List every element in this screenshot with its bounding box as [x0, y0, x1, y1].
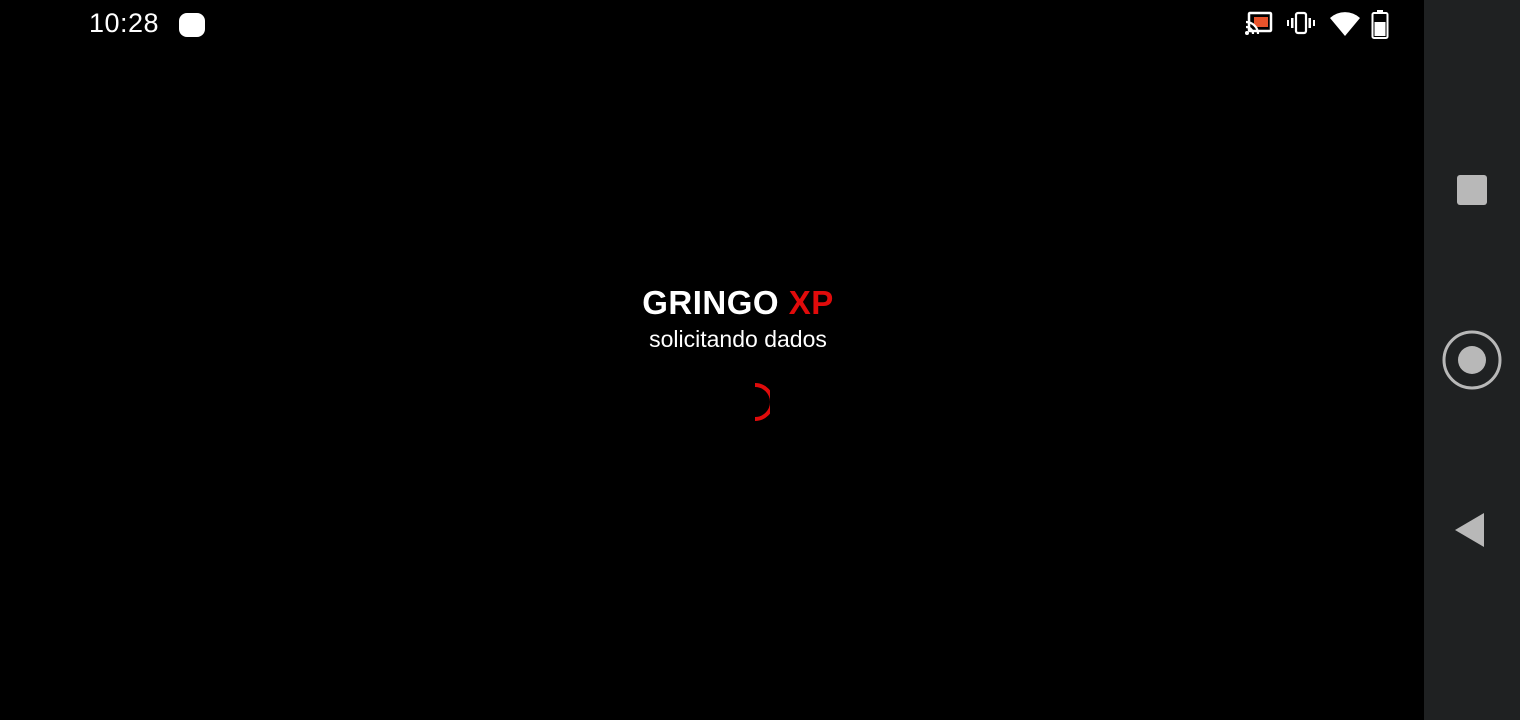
- navigation-bar: [1424, 0, 1520, 720]
- recents-button[interactable]: [1424, 150, 1520, 230]
- app-title: GRINGO XP: [538, 282, 938, 324]
- device-screen: 10:28 GRINGO XP solicitando dados: [0, 0, 1520, 720]
- back-triangle-icon: [1455, 513, 1484, 547]
- home-button[interactable]: [1424, 320, 1520, 400]
- app-title-main: GRINGO: [642, 284, 780, 321]
- home-circle-icon: [1442, 330, 1502, 390]
- status-time: 10:28: [89, 8, 160, 38]
- loading-message: solicitando dados: [649, 326, 827, 352]
- wifi-icon: [1329, 10, 1361, 43]
- recents-square-icon: [1457, 175, 1487, 205]
- battery-icon: [1371, 10, 1389, 45]
- app-title-accent: XP: [788, 284, 834, 321]
- notification-dot-icon: [179, 13, 205, 37]
- loading-spinner-icon: [730, 382, 774, 422]
- loading-content: GRINGO XP solicitando dados: [538, 282, 938, 354]
- vibrate-icon: [1287, 10, 1315, 43]
- back-button[interactable]: [1424, 490, 1520, 570]
- status-bar: 10:28: [0, 0, 1424, 50]
- cast-icon: [1244, 10, 1274, 43]
- app-area: 10:28 GRINGO XP solicitando dados: [0, 0, 1424, 720]
